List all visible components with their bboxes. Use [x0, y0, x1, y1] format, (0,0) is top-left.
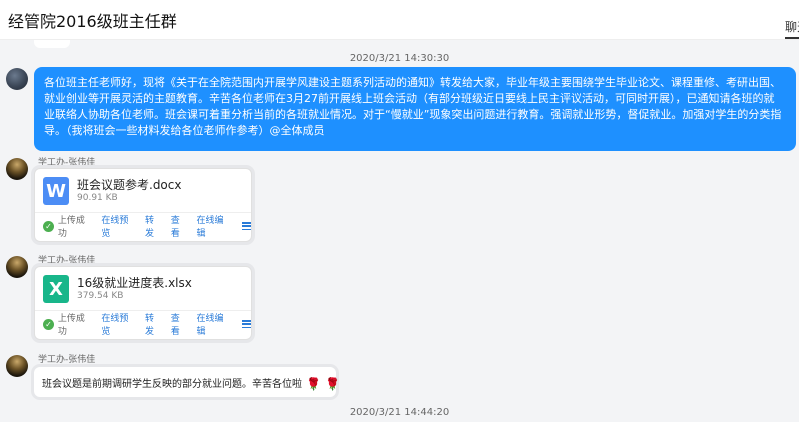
file-name[interactable]: 班会议题参考.docx	[77, 176, 181, 193]
group-title: 经管院2016级班主任群	[8, 12, 177, 31]
chat-header: 经管院2016级班主任群 聊天	[0, 0, 799, 40]
preview-online-link[interactable]: 在线预览	[101, 213, 137, 239]
sender-name: 学工办-张伟佳	[38, 158, 96, 168]
word-doc-icon: W	[43, 177, 69, 205]
preview-online-link[interactable]: 在线预览	[101, 311, 137, 337]
file-actions: ✓ 上传成功 在线预览 转发 查看 在线编辑	[43, 216, 251, 239]
avatar[interactable]	[6, 68, 28, 90]
forward-link[interactable]: 转发	[145, 311, 163, 337]
timestamp: 2020/3/21 14:30:30	[349, 53, 450, 64]
file-card-docx[interactable]: W 班会议题参考.docx 90.91 KB ✓ 上传成功 在线预览 转发 查看…	[34, 168, 252, 242]
avatar[interactable]	[6, 158, 28, 180]
check-circle-icon: ✓	[43, 220, 54, 232]
file-size: 379.54 KB	[77, 291, 124, 301]
timestamp: 2020/3/21 14:44:20	[349, 407, 450, 418]
sender-name: 学工办-张伟佳	[38, 355, 96, 365]
tab-chat-underline	[785, 37, 799, 39]
edit-online-link[interactable]: 在线编辑	[197, 311, 233, 337]
rose-icon: 🌹	[306, 377, 321, 391]
previous-message-bubble	[34, 40, 70, 48]
sender-name: 学工办-张伟佳	[38, 256, 96, 266]
rose-icon: 🌹	[324, 377, 340, 391]
excel-sheet-icon: X	[43, 275, 69, 303]
upload-status: 上传成功	[57, 314, 85, 337]
forward-link[interactable]: 转发	[145, 213, 163, 239]
file-name[interactable]: 16级就业进度表.xlsx	[77, 274, 192, 291]
upload-status: 上传成功	[57, 216, 85, 239]
text-message[interactable]: 班会议题是前期调研学生反映的部分就业问题。辛苦各位啦 🌹 🌹	[34, 367, 340, 397]
tab-chat[interactable]: 聊天	[785, 18, 799, 35]
avatar[interactable]	[6, 256, 28, 278]
more-menu-icon[interactable]	[242, 222, 251, 230]
more-menu-icon[interactable]	[242, 320, 251, 328]
edit-online-link[interactable]: 在线编辑	[197, 213, 233, 239]
view-link[interactable]: 查看	[171, 311, 189, 337]
file-size: 90.91 KB	[77, 193, 118, 203]
file-card-xlsx[interactable]: X 16级就业进度表.xlsx 379.54 KB ✓ 上传成功 在线预览 转发…	[34, 266, 252, 340]
avatar[interactable]	[6, 355, 28, 377]
file-actions: ✓ 上传成功 在线预览 转发 查看 在线编辑	[43, 314, 251, 337]
view-link[interactable]: 查看	[171, 213, 189, 239]
message-text: 班会议题是前期调研学生反映的部分就业问题。辛苦各位啦	[42, 379, 302, 390]
check-circle-icon: ✓	[43, 318, 54, 330]
announcement-message[interactable]: 各位班主任老师好，现将《关于在全院范围内开展学风建设主题系列活动的通知》转发给大…	[34, 67, 796, 151]
